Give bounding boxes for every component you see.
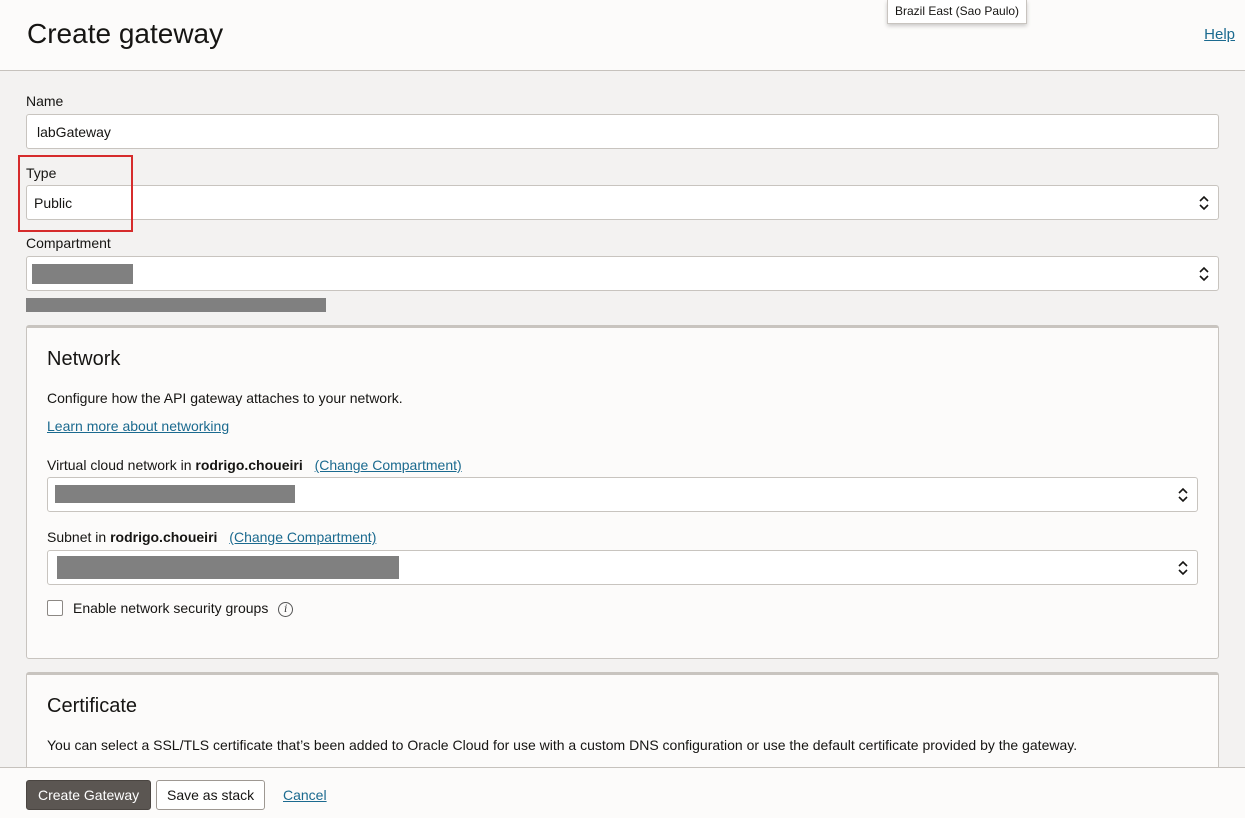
redacted-compartment-path [26,298,326,312]
nsg-label-row: Enable network security groups i [73,600,294,617]
nsg-label: Enable network security groups [73,600,269,616]
network-description: Configure how the API gateway attaches t… [47,390,403,406]
save-as-stack-button[interactable]: Save as stack [156,780,266,810]
cancel-link[interactable]: Cancel [283,787,327,803]
chevron-updown-icon [1199,195,1209,210]
learn-more-networking-link[interactable]: Learn more about networking [47,418,229,434]
redacted-compartment [32,264,133,284]
redacted-subnet [57,556,399,579]
compartment-select[interactable] [26,256,1219,291]
page-title: Create gateway [27,18,224,49]
certificate-panel: Certificate You can select a SSL/TLS cer… [26,672,1219,767]
vcn-select[interactable] [47,477,1198,512]
name-label: Name [26,93,64,109]
type-select[interactable]: Public [26,185,1219,220]
subnet-label-prefix: Subnet in [47,529,107,545]
network-panel: Network Configure how the API gateway at… [26,325,1219,659]
vcn-label: Virtual cloud network in rodrigo.choueir… [47,457,462,473]
chevron-updown-icon [1178,560,1188,575]
chevron-updown-icon [1178,487,1188,502]
region-tooltip: Brazil East (Sao Paulo) [887,0,1028,24]
chevron-updown-icon [1199,266,1209,281]
vcn-change-compartment-link[interactable]: (Change Compartment) [315,457,462,473]
info-icon[interactable]: i [278,601,294,617]
subnet-compartment-name: rodrigo.choueiri [110,529,218,545]
certificate-title: Certificate [47,695,138,717]
subnet-change-compartment-link[interactable]: (Change Compartment) [229,529,376,545]
redacted-vcn [55,485,295,503]
compartment-label: Compartment [26,235,111,251]
nsg-checkbox[interactable] [47,600,63,616]
vcn-compartment-name: rodrigo.choueiri [195,457,303,473]
page-header: Create gateway Help [0,0,1245,71]
network-title: Network [47,348,121,370]
help-link[interactable]: Help [1204,26,1235,43]
certificate-description: You can select a SSL/TLS certificate tha… [47,737,1078,753]
type-highlight-box [18,155,133,232]
form-content: Name labGateway Type Public Compartment … [0,71,1245,767]
create-gateway-button[interactable]: Create Gateway [26,780,152,810]
name-input[interactable]: labGateway [26,114,1219,149]
footer-bar: Create Gateway Save as stack Cancel [0,767,1245,818]
subnet-label: Subnet in rodrigo.choueiri (Change Compa… [47,529,376,545]
vcn-label-prefix: Virtual cloud network in [47,457,192,473]
name-value: labGateway [37,124,111,140]
subnet-select[interactable] [47,550,1198,585]
